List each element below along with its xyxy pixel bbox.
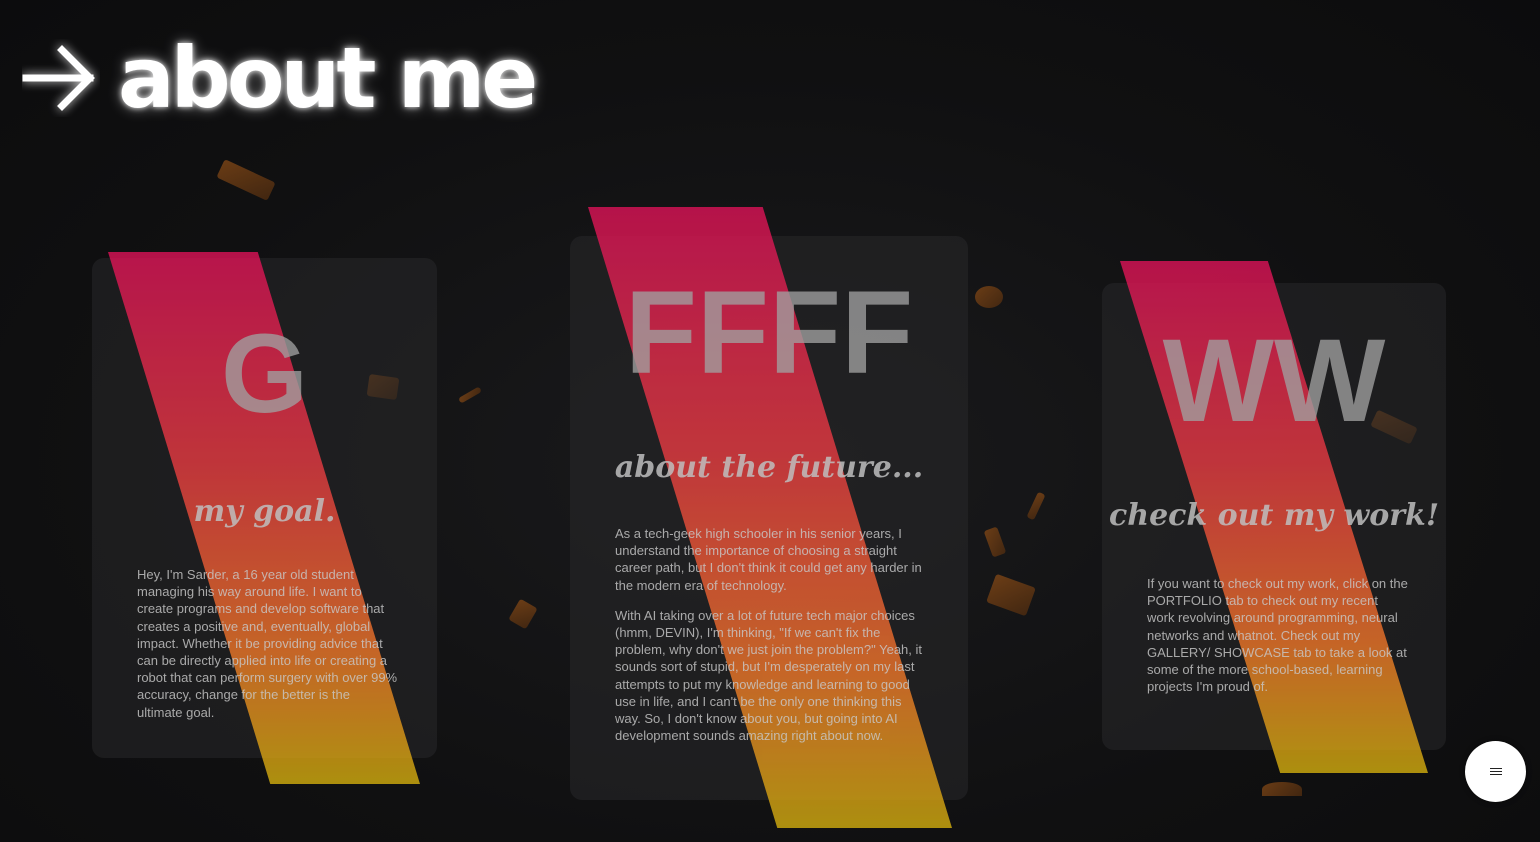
card-subtitle: my goal. — [193, 494, 336, 529]
card-body: Hey, I'm Sarder, a 16 year old student m… — [137, 566, 399, 734]
card-paragraph: Hey, I'm Sarder, a 16 year old student m… — [137, 567, 398, 720]
debris-decoration — [508, 598, 538, 630]
card-paragraph: With AI taking over a lot of future tech… — [615, 607, 922, 744]
card-letter: G — [220, 311, 309, 436]
arrow-right-icon — [22, 39, 100, 117]
debris-decoration — [986, 573, 1036, 617]
about-page: about me G my goal. Hey, I'm Sarder, a 1… — [0, 0, 1540, 842]
debris-decoration — [216, 159, 276, 201]
page-title: about me — [118, 29, 538, 127]
debris-decoration — [975, 286, 1003, 308]
debris-decoration — [458, 386, 482, 404]
page-header: about me — [22, 29, 538, 127]
menu-icon — [1489, 766, 1502, 777]
debris-decoration — [983, 526, 1007, 558]
card-body: If you want to check out my work, click … — [1147, 575, 1409, 708]
menu-button[interactable] — [1465, 741, 1526, 802]
card-letter: WW — [1162, 315, 1386, 447]
card-letter: FFFF — [624, 267, 914, 399]
card-body: As a tech-geek high schooler in his seni… — [615, 525, 927, 757]
card-paragraph: As a tech-geek high schooler in his seni… — [615, 526, 922, 593]
debris-decoration — [1262, 782, 1302, 796]
card-paragraph: If you want to check out my work, click … — [1147, 576, 1408, 695]
debris-decoration — [1026, 491, 1046, 521]
card-subtitle: about the future... — [614, 450, 924, 485]
card-subtitle: check out my work! — [1109, 498, 1439, 533]
